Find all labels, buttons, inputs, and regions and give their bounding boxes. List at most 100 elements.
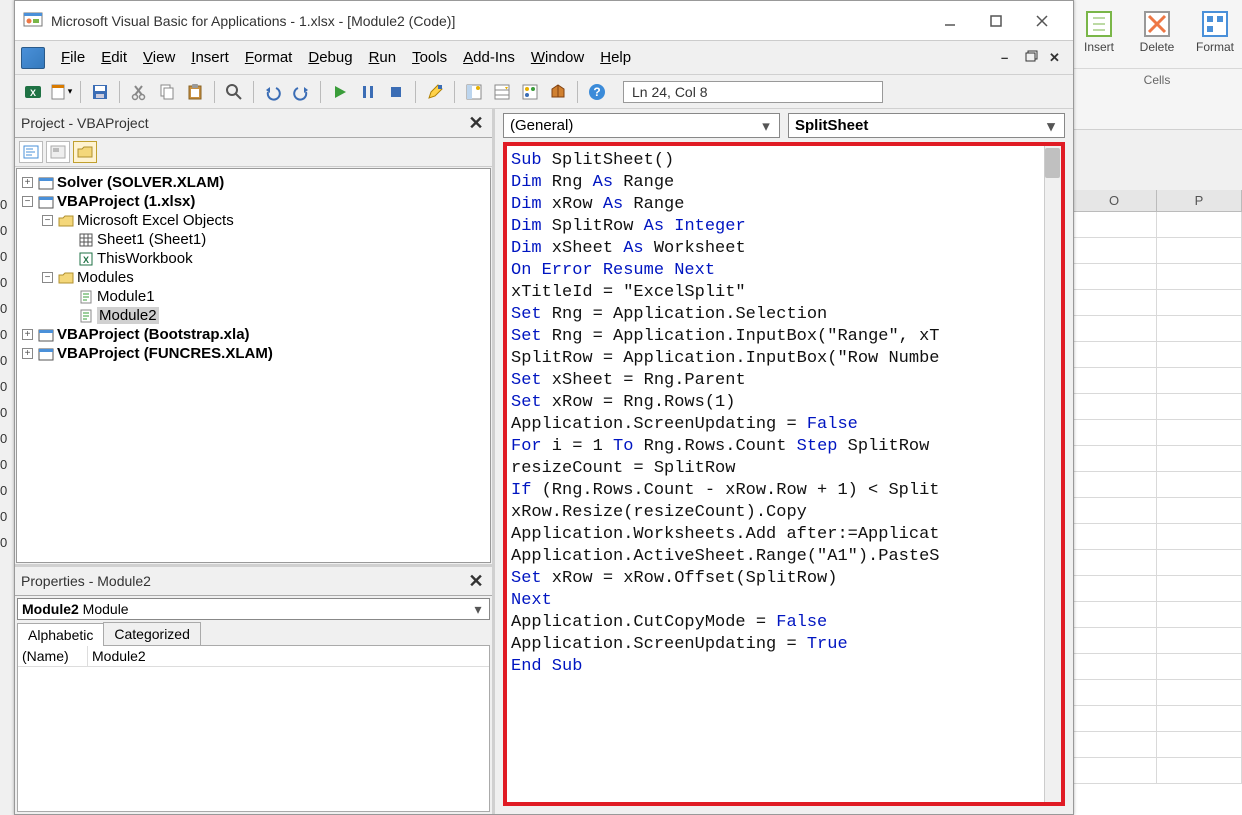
expander-icon[interactable]: + (22, 329, 33, 340)
tree-label: VBAProject (1.xlsx) (57, 193, 195, 210)
scrollbar-thumb[interactable] (1045, 148, 1060, 178)
mdi-restore-button[interactable] (1025, 50, 1043, 66)
tree-node-solver[interactable]: + Solver (SOLVER.XLAM) (19, 173, 488, 192)
properties-pane-close-icon[interactable]: ✕ (466, 571, 486, 591)
tree-node-module1[interactable]: Module1 (19, 287, 488, 306)
excel-row[interactable] (1072, 264, 1242, 290)
code-procedure-combo[interactable]: SplitSheet ▾ (788, 113, 1065, 138)
excel-row[interactable] (1072, 394, 1242, 420)
excel-row[interactable] (1072, 706, 1242, 732)
excel-row[interactable] (1072, 368, 1242, 394)
redo-button[interactable] (289, 80, 313, 104)
expander-icon[interactable]: + (22, 348, 33, 359)
excel-row[interactable] (1072, 290, 1242, 316)
undo-button[interactable] (261, 80, 285, 104)
expander-icon[interactable]: − (22, 196, 33, 207)
menu-window[interactable]: Window (523, 45, 592, 70)
run-button[interactable] (328, 80, 352, 104)
excel-row[interactable] (1072, 550, 1242, 576)
excel-row[interactable] (1072, 212, 1242, 238)
excel-format-button[interactable]: Format (1192, 8, 1238, 54)
excel-row[interactable] (1072, 524, 1242, 550)
code-editor[interactable]: Sub SplitSheet() Dim Rng As Range Dim xR… (507, 146, 1061, 802)
mdi-close-button[interactable]: ✕ (1049, 50, 1067, 66)
project-pane-toolbar (15, 138, 492, 167)
menu-edit[interactable]: Edit (93, 45, 135, 70)
properties-grid[interactable]: (Name) Module2 (17, 646, 490, 812)
excel-insert-button[interactable]: Insert (1076, 8, 1122, 54)
excel-row[interactable] (1072, 316, 1242, 342)
project-pane-close-icon[interactable]: ✕ (466, 113, 486, 133)
copy-button[interactable] (155, 80, 179, 104)
toolbox-button[interactable] (546, 80, 570, 104)
properties-tab-categorized[interactable]: Categorized (103, 622, 201, 645)
close-button[interactable] (1019, 5, 1065, 37)
property-name-value[interactable]: Module2 (88, 646, 489, 666)
expander-icon[interactable]: − (42, 215, 53, 226)
menu-format[interactable]: Format (237, 45, 301, 70)
tree-node-excel-objects[interactable]: − Microsoft Excel Objects (19, 211, 488, 230)
combo-name: Module2 (22, 601, 79, 617)
excel-row[interactable] (1072, 576, 1242, 602)
object-browser-button[interactable] (518, 80, 542, 104)
tree-node-modules-folder[interactable]: − Modules (19, 268, 488, 287)
excel-row[interactable] (1072, 342, 1242, 368)
tree-node-bootstrap[interactable]: + VBAProject (Bootstrap.xla) (19, 325, 488, 344)
excel-row[interactable] (1072, 420, 1242, 446)
project-icon (38, 346, 54, 362)
tree-node-thisworkbook[interactable]: X ThisWorkbook (19, 249, 488, 268)
menu-insert[interactable]: Insert (183, 45, 237, 70)
insert-module-button[interactable]: ▾ (49, 80, 73, 104)
cut-button[interactable] (127, 80, 151, 104)
help-button[interactable]: ? (585, 80, 609, 104)
properties-button[interactable] (490, 80, 514, 104)
menu-run[interactable]: Run (361, 45, 405, 70)
excel-row[interactable] (1072, 732, 1242, 758)
code-object-combo[interactable]: (General) ▾ (503, 113, 780, 138)
excel-row[interactable] (1072, 602, 1242, 628)
properties-object-combo[interactable]: Module2 Module ▾ (17, 598, 490, 620)
break-button[interactable] (356, 80, 380, 104)
property-row-name[interactable]: (Name) Module2 (18, 646, 489, 667)
tree-label: Solver (SOLVER.XLAM) (57, 174, 224, 191)
properties-tab-alphabetic[interactable]: Alphabetic (17, 623, 104, 646)
menu-addins[interactable]: Add-Ins (455, 45, 523, 70)
excel-row[interactable] (1072, 628, 1242, 654)
project-tree[interactable]: + Solver (SOLVER.XLAM) − VBAProject (1.x… (16, 168, 491, 563)
excel-row[interactable] (1072, 680, 1242, 706)
save-button[interactable] (88, 80, 112, 104)
excel-row[interactable] (1072, 446, 1242, 472)
maximize-button[interactable] (973, 5, 1019, 37)
menu-file[interactable]: File (53, 45, 93, 70)
excel-row[interactable] (1072, 498, 1242, 524)
toggle-folders-button[interactable] (73, 141, 97, 163)
view-object-button[interactable] (46, 141, 70, 163)
mdi-minimize-button[interactable]: – (1001, 50, 1019, 66)
minimize-button[interactable] (927, 5, 973, 37)
excel-row[interactable] (1072, 472, 1242, 498)
menu-debug[interactable]: Debug (300, 45, 360, 70)
menu-help[interactable]: Help (592, 45, 639, 70)
excel-row[interactable] (1072, 758, 1242, 784)
expander-icon[interactable]: + (22, 177, 33, 188)
menu-view[interactable]: View (135, 45, 183, 70)
excel-col-header-o[interactable]: O (1072, 190, 1157, 211)
design-mode-button[interactable] (423, 80, 447, 104)
view-excel-button[interactable]: X (21, 80, 45, 104)
view-code-button[interactable] (19, 141, 43, 163)
project-explorer-button[interactable] (462, 80, 486, 104)
excel-row[interactable] (1072, 238, 1242, 264)
reset-button[interactable] (384, 80, 408, 104)
find-button[interactable] (222, 80, 246, 104)
excel-col-header-p[interactable]: P (1157, 190, 1242, 211)
expander-icon[interactable]: − (42, 272, 53, 283)
paste-button[interactable] (183, 80, 207, 104)
excel-row[interactable] (1072, 654, 1242, 680)
excel-delete-button[interactable]: Delete (1134, 8, 1180, 54)
menu-tools[interactable]: Tools (404, 45, 455, 70)
tree-node-funcres[interactable]: + VBAProject (FUNCRES.XLAM) (19, 344, 488, 363)
tree-node-module2[interactable]: Module2 (19, 306, 488, 325)
tree-node-vbaproject-1[interactable]: − VBAProject (1.xlsx) (19, 192, 488, 211)
code-scrollbar[interactable] (1044, 146, 1061, 802)
tree-node-sheet1[interactable]: Sheet1 (Sheet1) (19, 230, 488, 249)
